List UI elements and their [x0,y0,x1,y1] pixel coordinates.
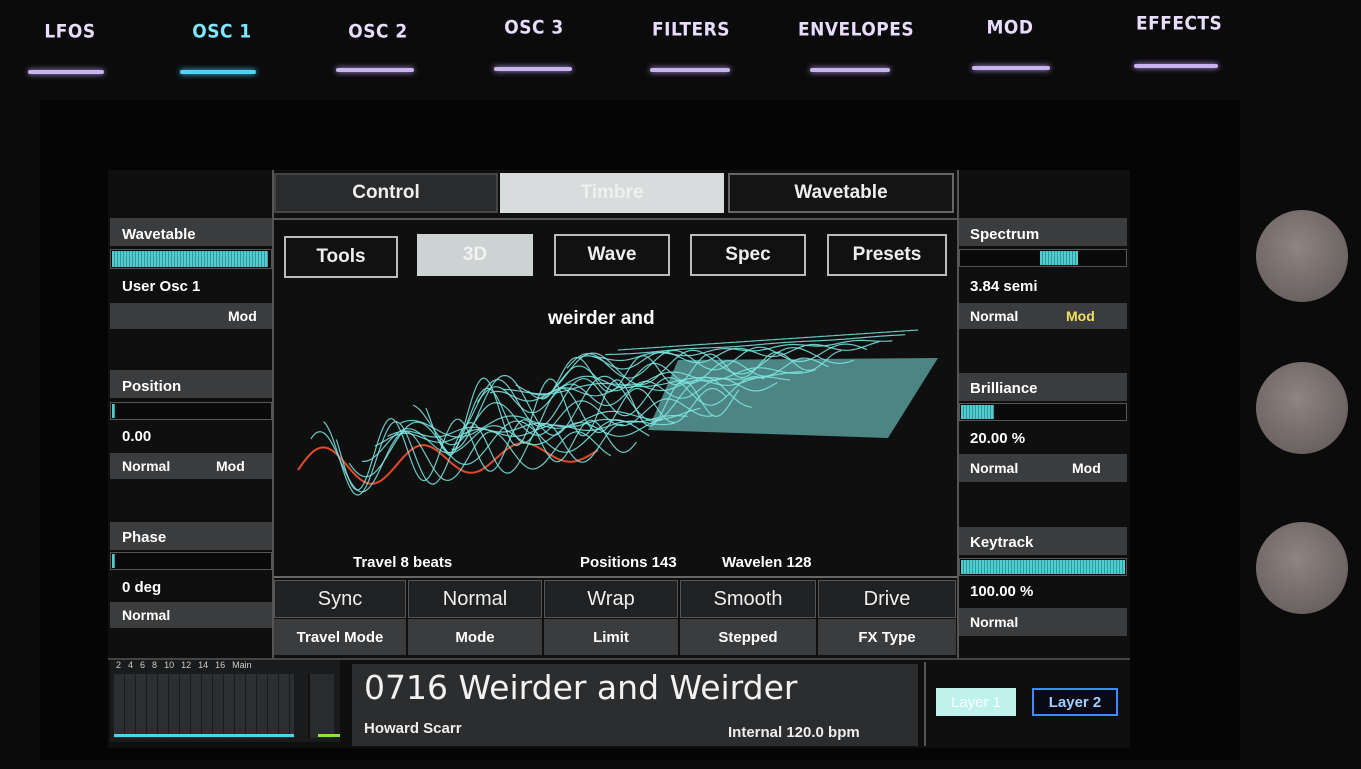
main-meter [308,674,334,738]
layer-1-button[interactable]: Layer 1 [936,688,1016,716]
meter-baseline [114,734,294,737]
tools-button[interactable]: Tools [284,236,398,278]
mode-toggle-keytrack[interactable]: Normal [970,614,1018,630]
param-name-brilliance: Brilliance [970,380,1038,397]
patch-panel[interactable]: 0716 Weirder and Weirder Howard Scarr In… [352,664,918,746]
presets-button[interactable]: Presets [827,234,947,276]
meter-label: 6 [140,660,146,670]
param-value-spectrum: 3.84 semi [970,278,1038,295]
patch-name: 0716 Weirder and Weirder [364,668,798,707]
meter-label: 16 [215,660,226,670]
hw-tab-mod[interactable]: MOD [980,17,1040,39]
spectrum-slider[interactable] [959,249,1127,267]
mode-toggle-brilliance[interactable]: Normal [970,460,1018,476]
level-meters: 2 4 6 8 10 12 14 16 Main [110,660,340,742]
wave-frame [605,334,906,356]
hw-tab-osc1[interactable]: OSC 1 [190,21,254,43]
meter-grid [114,674,294,738]
meter-label: Main [232,660,252,670]
limit-label: Limit [544,619,678,655]
knob-bottom[interactable] [1256,522,1348,614]
meter-label: 2 [116,660,122,670]
hw-tab-envelopes[interactable]: ENVELOPES [798,19,914,41]
meter-label: 4 [128,660,134,670]
mode-label: Mode [408,619,542,655]
travel-mode-label: Travel Mode [274,619,406,655]
meter-label: 12 [181,660,192,670]
hw-tab-filters[interactable]: FILTERS [652,19,730,41]
mod-toggle-spectrum[interactable]: Mod [1066,308,1095,324]
hw-tab-envelopes-indicator [810,68,890,72]
hw-tab-filters-indicator [650,68,730,72]
positions-info: Positions 143 [580,554,677,571]
mod-toggle-brilliance[interactable]: Mod [1072,460,1101,476]
tab-wavetable[interactable]: Wavetable [728,173,954,213]
param-name-position: Position [122,378,182,395]
tab-timbre[interactable]: Timbre [500,173,724,213]
travel-mode-value[interactable]: Sync [274,580,406,618]
mod-toggle-wavetable[interactable]: Mod [228,308,257,324]
main-meter-baseline [318,734,340,737]
tempo: Internal 120.0 bpm [728,724,860,741]
mode-toggle-position[interactable]: Normal [122,458,170,474]
wavetable-slider[interactable] [110,249,272,269]
meter-label: 14 [198,660,209,670]
param-name-spectrum: Spectrum [970,226,1040,243]
wavelen-info: Wavelen 128 [722,554,812,571]
fx-type-label: FX Type [818,619,956,655]
hw-tab-osc1-indicator [180,70,256,74]
hw-tab-mod-indicator [972,66,1050,70]
mode-toggle-phase[interactable]: Normal [122,607,170,623]
wave-frame [617,329,919,351]
limit-value[interactable]: Wrap [544,580,678,618]
param-value-position: 0.00 [122,428,152,445]
meter-labels: 2 4 6 8 10 12 14 16 Main [116,660,252,670]
param-name-keytrack: Keytrack [970,534,1034,551]
position-slider[interactable] [110,402,272,420]
hw-tab-osc2[interactable]: OSC 2 [346,21,410,43]
meter-label: 10 [164,660,175,670]
keytrack-slider[interactable] [959,558,1127,576]
hw-tab-osc2-indicator [336,68,414,72]
spec-button[interactable]: Spec [690,234,806,276]
meter-label: 8 [152,660,158,670]
hw-tab-lfos-indicator [28,70,104,74]
param-name-wavetable: Wavetable [122,226,196,243]
param-name-phase: Phase [122,529,167,546]
travel-info: Travel 8 beats [353,554,453,571]
hw-tab-effects[interactable]: EFFECTS [1136,13,1222,35]
stepped-value[interactable]: Smooth [680,580,816,618]
patch-author: Howard Scarr [364,720,462,737]
wave-button[interactable]: Wave [554,234,670,276]
wave-plane [648,358,938,438]
wavetable-3d-view[interactable] [288,320,948,500]
divider [274,576,957,578]
mode-value[interactable]: Normal [408,580,542,618]
hw-tab-lfos[interactable]: LFOS [44,21,96,43]
hw-tab-effects-indicator [1134,64,1218,68]
brilliance-slider[interactable] [959,403,1127,421]
mod-toggle-position[interactable]: Mod [216,458,245,474]
layer-2-button[interactable]: Layer 2 [1032,688,1118,716]
3d-button[interactable]: 3D [417,234,533,276]
hw-tab-osc3-indicator [494,67,572,71]
mode-toggle-spectrum[interactable]: Normal [970,308,1018,324]
phase-slider[interactable] [110,552,272,570]
knob-middle[interactable] [1256,362,1348,454]
divider [274,218,957,220]
fx-type-value[interactable]: Drive [818,580,956,618]
divider [924,662,926,746]
stepped-label: Stepped [680,619,816,655]
knob-top[interactable] [1256,210,1348,302]
tab-control[interactable]: Control [274,173,498,213]
param-value-phase: 0 deg [122,579,162,596]
hw-tab-osc3[interactable]: OSC 3 [502,17,566,39]
param-value-brilliance: 20.00 % [970,430,1026,447]
param-value-wavetable: User Osc 1 [122,278,201,295]
param-value-keytrack: 100.00 % [970,583,1034,600]
synth-screen: Wavetable User Osc 1 Mod Position 0.00 N… [108,170,1130,748]
